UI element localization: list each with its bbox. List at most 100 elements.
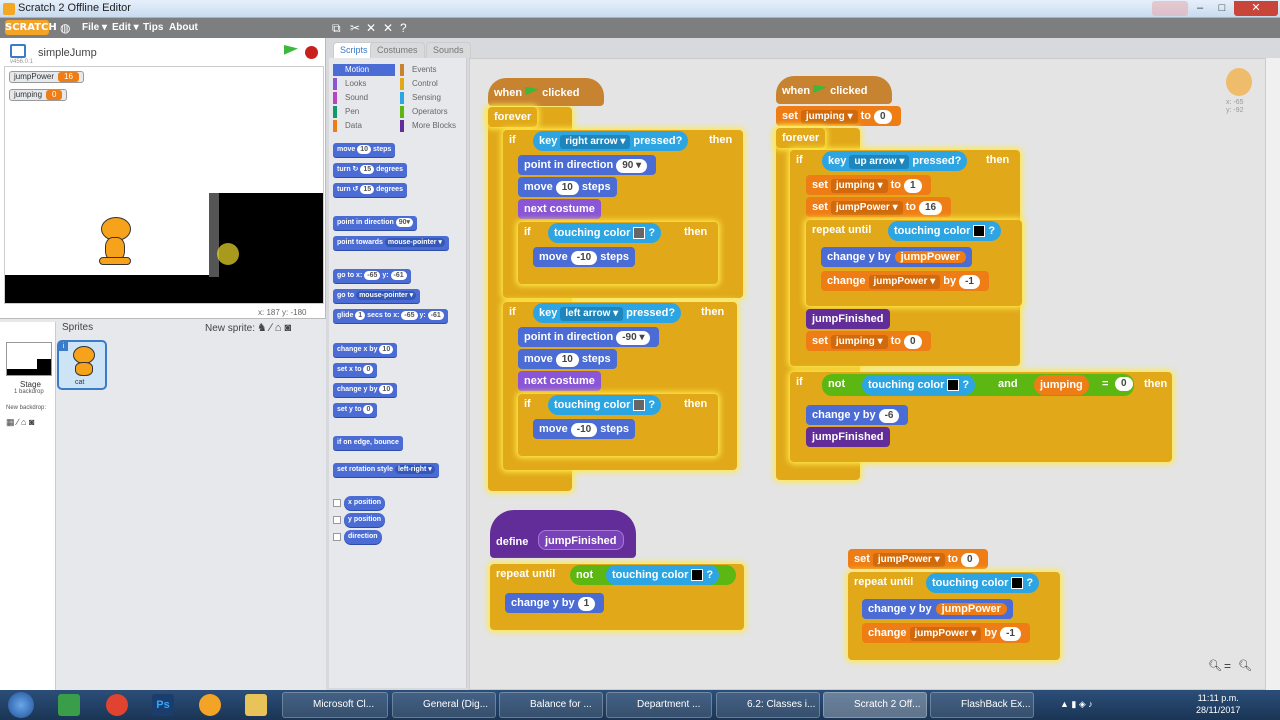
touching-color-a[interactable]: touching color? [548,223,662,243]
category-looks[interactable]: Looks [333,78,395,90]
move-minus10-a[interactable]: move -10 steps [533,247,635,267]
taskbar-app-4[interactable] [199,694,221,716]
menu-tips[interactable]: Tips [143,22,163,33]
category-sound[interactable]: Sound [333,92,395,104]
palette-change-x-block[interactable]: change x by 10 [333,343,398,357]
key-pressed-up[interactable]: key up arrow ▾ pressed? [822,151,968,171]
define-jumpfinished[interactable]: define jumpFinished [490,510,636,558]
palette-set-y-block[interactable]: set y to 0 [333,403,378,417]
touching-color-black-a[interactable]: touching color? [888,221,1002,241]
category-control[interactable]: Control [400,78,464,90]
taskbar-item-3[interactable]: Balance for ... [499,692,603,718]
change-y-by-jumppower-b[interactable]: change y by jumpPower [862,599,1013,619]
palette-turn-left-block[interactable]: turn ↺ 15 degrees [333,183,407,197]
key-pressed-right[interactable]: key right arrow ▾ pressed? [533,131,689,151]
help-icon[interactable]: ? [400,21,407,35]
palette-change-y-block[interactable]: change y by 10 [333,383,398,397]
taskbar-item-1[interactable]: Microsoft Cl... [282,692,388,718]
category-events[interactable]: Events [400,64,464,76]
change-jumppower-a[interactable]: change jumpPower ▾ by -1 [821,271,989,291]
folder-icon[interactable] [245,694,267,716]
jumping-reporter[interactable]: jumping [1034,375,1089,395]
when-flag-hat-2[interactable]: when clicked [776,76,892,104]
move-minus10-b[interactable]: move -10 steps [533,419,635,439]
palette-glide-block[interactable]: glide 1 secs to x: -65 y: -61 [333,309,448,323]
duplicate-icon[interactable]: ⧉ [332,21,341,36]
minimize-icon[interactable]: – [1190,1,1210,16]
taskbar-item-7[interactable]: FlashBack Ex... [930,692,1034,718]
move-10-steps-a[interactable]: move 10 steps [518,177,617,197]
shrink-icon[interactable]: ✕ [383,21,393,35]
touching-color-black-b[interactable]: touching color? [862,375,976,395]
menu-edit[interactable]: Edit ▾ [112,22,139,33]
close-icon[interactable]: ✕ [1234,1,1278,16]
zoom-out-icon[interactable]: 🔍︎ [1208,659,1222,672]
project-name[interactable]: simpleJump [38,47,97,59]
taskbar-item-5[interactable]: 6.2: Classes i... [716,692,820,718]
palette-turn-right-block[interactable]: turn ↻ 15 degrees [333,163,407,177]
tray-icons[interactable]: ▲ ▮ ◈ ♪ [1060,699,1093,710]
palette-direction-reporter[interactable]: direction [344,530,382,544]
cat-sprite[interactable] [93,217,139,275]
set-jumping-0-b[interactable]: set jumping ▾ to 0 [806,331,931,351]
delete-icon[interactable]: ✂ [350,21,360,35]
not-expression[interactable]: not touching color? [570,565,736,585]
palette-goto-xy-block[interactable]: go to x: -65 y: -61 [333,269,411,283]
category-pen[interactable]: Pen [333,106,395,118]
taskbar-item-2[interactable]: General (Dig... [392,692,496,718]
jumpfinished-call-b[interactable]: jumpFinished [806,427,890,447]
backdrop-tools[interactable]: ▦ ∕ ⌂ ◙ [6,417,34,428]
change-y-by-jumppower-a[interactable]: change y by jumpPower [821,247,972,267]
touching-color-b[interactable]: touching color? [548,395,662,415]
set-jumppower-0[interactable]: set jumpPower ▾ to 0 [848,549,988,569]
grow-icon[interactable]: ✕ [366,21,376,35]
and-expression[interactable]: not touching color? and jumping = 0 [822,374,1134,396]
checkbox-direction[interactable] [333,533,341,541]
info-icon[interactable]: i [59,342,68,351]
palette-point-direction-block[interactable]: point in direction 90▾ [333,216,418,230]
point-direction-90[interactable]: point in direction 90 ▾ [518,155,657,175]
palette-move-block[interactable]: move 10 steps [333,143,396,157]
change-y-by-1[interactable]: change y by 1 [505,593,605,613]
set-jumping-1[interactable]: set jumping ▾ to 1 [806,175,931,195]
category-data[interactable]: Data [333,120,395,132]
new-sprite-tools[interactable]: ♞ ∕ ⌂ ◙ [257,321,291,334]
point-direction-m90[interactable]: point in direction -90 ▾ [518,327,660,347]
stop-icon[interactable] [305,46,318,59]
palette-y-position-reporter[interactable]: y position [344,513,386,527]
key-pressed-left[interactable]: key left arrow ▾ pressed? [533,303,682,323]
jumpfinished-call-a[interactable]: jumpFinished [806,309,890,329]
change-y-by-m6[interactable]: change y by -6 [806,405,909,425]
menu-file[interactable]: File ▾ [82,22,107,33]
tab-sounds[interactable]: Sounds [426,42,471,58]
equals-value[interactable]: 0 [1115,377,1133,391]
category-sensing[interactable]: Sensing [400,92,464,104]
set-jumppower-16[interactable]: set jumpPower ▾ to 16 [806,197,952,217]
maximize-icon[interactable]: □ [1212,1,1232,16]
category-motion[interactable]: Motion [333,64,395,76]
vertical-scrollbar[interactable] [1266,58,1280,690]
clock[interactable]: 11:11 p.m. 28/11/2017 [1196,692,1240,716]
menu-about[interactable]: About [169,22,198,33]
chrome-icon[interactable] [106,694,128,716]
palette-point-towards-block[interactable]: point towards mouse-pointer ▾ [333,236,449,250]
when-flag-hat-1[interactable]: when clicked [488,78,604,106]
checkbox-x-position[interactable] [333,499,341,507]
category-more-blocks[interactable]: More Blocks [400,120,464,132]
taskbar-app-1[interactable] [58,694,80,716]
palette-goto-block[interactable]: go to mouse-pointer ▾ [333,289,421,303]
palette-x-position-reporter[interactable]: x position [344,496,386,510]
zoom-in-icon[interactable]: 🔍︎ [1238,659,1252,672]
start-button[interactable] [8,692,34,718]
move-10-steps-b[interactable]: move 10 steps [518,349,617,369]
tab-costumes[interactable]: Costumes [370,42,425,58]
change-jumppower-b[interactable]: change jumpPower ▾ by -1 [862,623,1030,643]
checkbox-y-position[interactable] [333,516,341,524]
zoom-reset-icon[interactable]: = [1224,659,1231,673]
sprite-tile-cat[interactable]: i cat [57,340,107,390]
palette-set-x-block[interactable]: set x to 0 [333,363,378,377]
touching-color-black-d[interactable]: touching color? [926,573,1040,593]
set-jumping-0[interactable]: set jumping ▾ to 0 [776,106,901,126]
taskbar-item-4[interactable]: Department ... [606,692,712,718]
globe-icon[interactable]: ◍ [60,21,70,35]
